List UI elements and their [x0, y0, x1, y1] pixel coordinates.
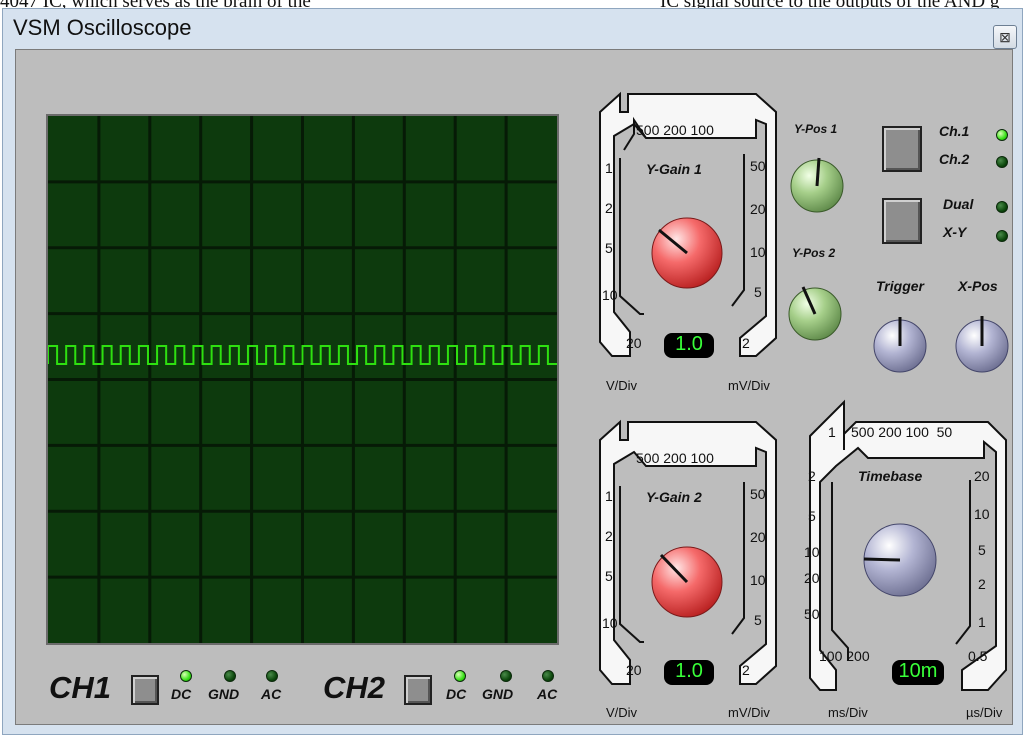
oscilloscope-panel: 500 200 100 Y-Gain 1 1 2 5 10 50 20 10 5…: [15, 49, 1013, 725]
timebase-scale-right-0: 20: [974, 468, 990, 484]
ch1-gnd-label: GND: [208, 686, 240, 702]
mode-xy-label: X-Y: [943, 224, 967, 240]
ygain2-top-scale: 500 200 100: [636, 450, 714, 466]
timebase-unit-right: µs/Div: [966, 705, 1003, 720]
ygain2-scale-left-3: 10: [602, 615, 618, 631]
ch1-ac-label: AC: [261, 686, 282, 702]
ypos1-label: Y-Pos 1: [794, 122, 838, 136]
ygain1-bottom-right: 2: [742, 335, 750, 351]
xpos-label: X-Pos: [958, 278, 998, 294]
ygain1-scale-right-1: 20: [750, 201, 766, 217]
xpos-knob[interactable]: [955, 316, 1009, 373]
mode-dual-label: Dual: [943, 196, 974, 212]
screen-frame: [46, 114, 559, 645]
ygain1-knob[interactable]: [651, 217, 723, 289]
close-button[interactable]: ⊠: [993, 25, 1017, 49]
window-title: VSM Oscilloscope: [13, 15, 192, 40]
timebase-top-left: 1: [828, 424, 836, 440]
timebase-scale-right-1: 10: [974, 506, 990, 522]
ygain1-scale-right-0: 50: [750, 158, 766, 174]
ch1-gnd-led: [224, 670, 236, 682]
ch2-indicator-led: [996, 156, 1008, 168]
ch2-gnd-label: GND: [482, 686, 514, 702]
ch2-dc-led: [454, 670, 466, 682]
timebase-scale-left-2: 10: [804, 544, 820, 560]
ygain2-scale-right-1: 20: [750, 529, 766, 545]
ygain2-scale-right-3: 5: [754, 612, 762, 628]
ygain2-scale-right-0: 50: [750, 486, 766, 502]
ch1-coupling-button[interactable]: [131, 675, 159, 705]
ygain2-unit-right: mV/Div: [728, 705, 770, 720]
ch1-indicator-led: [996, 129, 1008, 141]
ygain2-unit-left: V/Div: [606, 705, 638, 720]
ch1-dc-label: DC: [171, 686, 192, 702]
ch1-ac-led: [266, 670, 278, 682]
timebase-title: Timebase: [858, 468, 923, 484]
mode-ch2-label: Ch.2: [939, 151, 970, 167]
trigger-label: Trigger: [876, 278, 924, 294]
title-bar[interactable]: VSM Oscilloscope ⊠: [3, 9, 1022, 49]
ygain1-scale-right-2: 10: [750, 244, 766, 260]
mode-ch1-label: Ch.1: [939, 123, 970, 139]
ygain1-scale-left-0: 1: [605, 160, 613, 176]
ch2-gnd-led: [500, 670, 512, 682]
xy-indicator-led: [996, 230, 1008, 242]
channel-select-button[interactable]: [882, 126, 922, 172]
trigger-knob[interactable]: [873, 317, 927, 373]
timebase-readout: 10m: [898, 660, 938, 682]
ygain1-title: Y-Gain 1: [646, 161, 702, 177]
ygain2-title: Y-Gain 2: [646, 489, 702, 505]
timebase-scale-frame: [809, 399, 1007, 691]
ygain2-scale-left-1: 2: [605, 528, 613, 544]
ypos2-label: Y-Pos 2: [792, 246, 836, 260]
ygain1-scale-left-1: 2: [605, 200, 613, 216]
oscilloscope-screen: [47, 116, 557, 643]
ygain1-bottom-left: 20: [626, 335, 642, 351]
timebase-scale-left-1: 5: [808, 508, 816, 524]
ygain1-unit-right: mV/Div: [728, 378, 770, 393]
timebase-scale-left-3: 20: [804, 570, 820, 586]
ygain1-unit-left: V/Div: [606, 378, 638, 393]
ygain2-bottom-right: 2: [742, 662, 750, 678]
timebase-scale-left-0: 2: [808, 468, 816, 484]
ch2-ac-label: AC: [537, 686, 558, 702]
ygain1-readout: 1.0: [675, 333, 703, 355]
ch2-ac-led: [542, 670, 554, 682]
timebase-scale-left-4: 50: [804, 606, 820, 622]
display-mode-button[interactable]: [882, 198, 922, 244]
timebase-bottom-left: 100 200: [819, 648, 870, 664]
dual-indicator-led: [996, 201, 1008, 213]
ygain2-readout: 1.0: [675, 660, 703, 682]
oscilloscope-window: VSM Oscilloscope ⊠ 500 200 100 Y-Gain 1 …: [2, 8, 1023, 735]
ch2-dc-label: DC: [446, 686, 467, 702]
ypos1-knob[interactable]: [790, 157, 844, 213]
timebase-knob[interactable]: [863, 523, 937, 597]
ygain1-scale-left-3: 10: [602, 287, 618, 303]
ygain1-scale-left-2: 5: [605, 240, 613, 256]
ch1-dc-led: [180, 670, 192, 682]
ygain2-knob[interactable]: [651, 546, 723, 618]
ygain1-top-scale: 500 200 100: [636, 122, 714, 138]
ygain2-scale-right-2: 10: [750, 572, 766, 588]
ygain2-bottom-left: 20: [626, 662, 642, 678]
timebase-scale-right-3: 2: [978, 576, 986, 592]
timebase-bottom-right: 0.5: [968, 648, 988, 664]
ygain1-scale-right-3: 5: [754, 284, 762, 300]
timebase-top-scale: 500 200 100 50: [851, 424, 953, 440]
timebase-scale-right-4: 1: [978, 614, 986, 630]
ch2-label: CH2: [323, 670, 386, 705]
ygain2-scale-left-0: 1: [605, 488, 613, 504]
ypos2-knob[interactable]: [788, 286, 842, 341]
timebase-unit-left: ms/Div: [828, 705, 868, 720]
close-icon: ⊠: [999, 29, 1011, 45]
timebase-scale-right-2: 5: [978, 542, 986, 558]
ch1-label: CH1: [49, 670, 112, 705]
ch2-coupling-button[interactable]: [404, 675, 432, 705]
ygain2-scale-left-2: 5: [605, 568, 613, 584]
